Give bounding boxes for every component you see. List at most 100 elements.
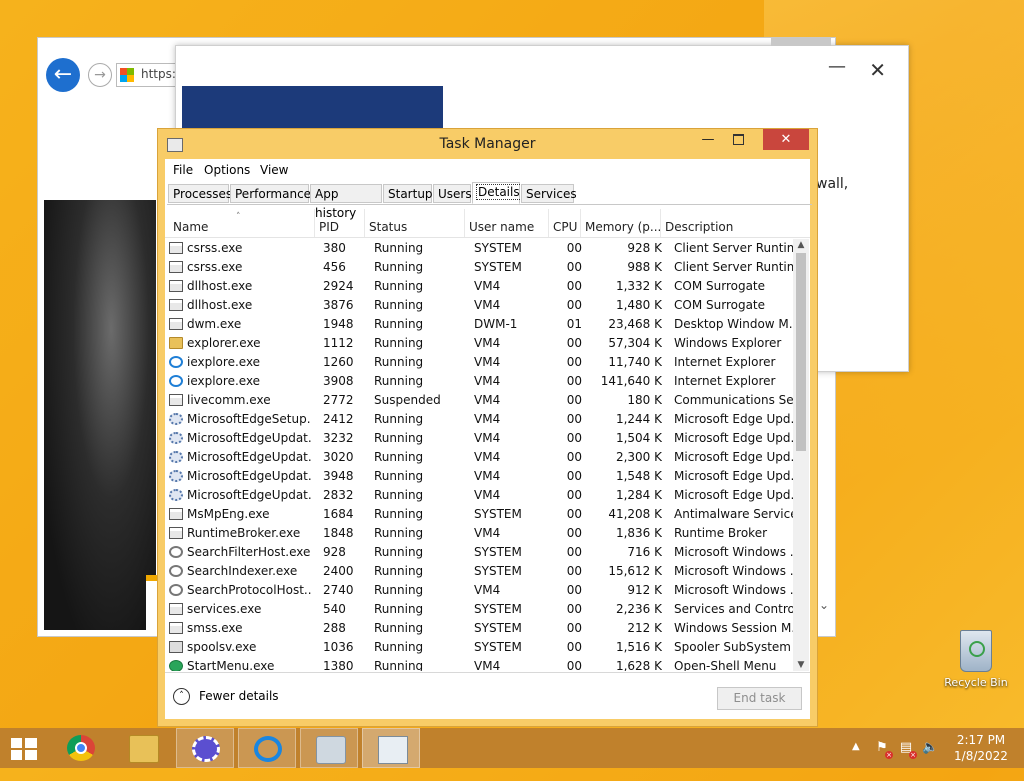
show-hidden-icons-chevron-icon[interactable]: ▲	[852, 741, 860, 781]
taskbar-task-manager[interactable]	[362, 728, 420, 768]
chevron-up-circle-icon[interactable]: ˄	[173, 688, 190, 705]
start-button[interactable]	[0, 728, 50, 768]
tab-processes[interactable]: Processes	[168, 184, 232, 203]
process-memory: 57,304 K	[608, 336, 662, 350]
table-row[interactable]: iexplore.exe 3908 Running VM4 00 141,640 K Int…	[165, 372, 793, 391]
table-row[interactable]: StartMenu.exe 1380 Running VM4 00 1,628 K Open…	[165, 657, 793, 671]
internet-explorer-icon	[254, 736, 282, 762]
maximize-button[interactable]	[724, 129, 752, 150]
minimize-icon[interactable]: —	[828, 56, 846, 77]
tab-details[interactable]: Details	[472, 182, 522, 204]
address-bar[interactable]: https:/	[116, 63, 180, 87]
process-description: Communications Se...	[674, 393, 793, 407]
column-user-name[interactable]: User name	[465, 209, 549, 237]
taskbar-setup[interactable]	[300, 728, 358, 768]
table-row[interactable]: iexplore.exe 1260 Running VM4 00 11,740 K Inte…	[165, 353, 793, 372]
task-manager-titlebar[interactable]: Task Manager — ✕	[158, 129, 817, 159]
page-hero-image	[44, 200, 156, 630]
table-row[interactable]: MicrosoftEdgeSetup.... 2412 Running VM4 00 1,…	[165, 410, 793, 429]
network-icon[interactable]: ▤ ×	[898, 740, 917, 759]
process-status: Running	[374, 659, 424, 671]
process-description: Antimalware Service...	[674, 507, 793, 521]
tab-performance[interactable]: Performance	[230, 184, 311, 203]
scroll-down-chevron-icon[interactable]: ⌄	[819, 598, 829, 612]
volume-muted-icon[interactable]: 🔈	[922, 740, 938, 756]
process-name: RuntimeBroker.exe	[169, 524, 311, 543]
table-row[interactable]: explorer.exe 1112 Running VM4 00 57,304 K Wind…	[165, 334, 793, 353]
action-center-flag-icon[interactable]: ⚑ ×	[874, 740, 893, 759]
process-pid: 3948	[323, 469, 354, 483]
table-row[interactable]: smss.exe 288 Running SYSTEM 00 212 K Windows S…	[165, 619, 793, 638]
minimize-button[interactable]: —	[694, 129, 722, 150]
column-cpu[interactable]: CPU	[549, 209, 581, 237]
process-description: COM Surrogate	[674, 298, 766, 312]
taskbar-chrome[interactable]	[52, 728, 110, 768]
vertical-scrollbar[interactable]: ▲ ▼	[793, 239, 809, 671]
table-row[interactable]: RuntimeBroker.exe 1848 Running VM4 00 1,836 K…	[165, 524, 793, 543]
table-row[interactable]: MicrosoftEdgeUpdat... 2832 Running VM4 00 1,2…	[165, 486, 793, 505]
table-row[interactable]: SearchFilterHost.exe 928 Running SYSTEM 00 71…	[165, 543, 793, 562]
table-row[interactable]: MicrosoftEdgeUpdat... 3232 Running VM4 00 1,5…	[165, 429, 793, 448]
scrollbar-thumb[interactable]	[796, 253, 806, 451]
scroll-down-icon[interactable]: ▼	[793, 659, 809, 671]
process-memory: 1,332 K	[615, 279, 662, 293]
scroll-up-icon[interactable]: ▲	[793, 239, 809, 251]
table-row[interactable]: csrss.exe 456 Running SYSTEM 00 988 K Client S…	[165, 258, 793, 277]
forward-arrow-icon[interactable]: →	[88, 63, 112, 87]
process-name: MicrosoftEdgeUpdat...	[169, 429, 311, 448]
column-status[interactable]: Status	[365, 209, 465, 237]
table-row[interactable]: SearchIndexer.exe 2400 Running SYSTEM 00 15,6…	[165, 562, 793, 581]
folder-icon	[169, 337, 183, 349]
menu-options[interactable]: Options	[204, 163, 250, 177]
table-row[interactable]: MicrosoftEdgeUpdat... 3948 Running VM4 00 1,5…	[165, 467, 793, 486]
table-row[interactable]: SearchProtocolHost.... 2740 Running VM4 00 91…	[165, 581, 793, 600]
process-user: VM4	[474, 659, 501, 671]
tab-app-history[interactable]: App history	[310, 184, 382, 220]
task-manager-window[interactable]: Task Manager — ✕ File Options View Proce…	[157, 128, 818, 727]
table-row[interactable]: MicrosoftEdgeUpdat... 3020 Running VM4 00 2,3…	[165, 448, 793, 467]
fewer-details-link[interactable]: Fewer details	[199, 689, 279, 703]
table-row[interactable]: dllhost.exe 2924 Running VM4 00 1,332 K COM Su…	[165, 277, 793, 296]
column-name[interactable]: Name	[169, 209, 315, 237]
tab-services[interactable]: Services	[521, 184, 577, 203]
back-arrow-icon[interactable]: ←	[46, 58, 80, 92]
process-cpu: 00	[566, 602, 582, 616]
table-row[interactable]: MsMpEng.exe 1684 Running SYSTEM 00 41,208 K An…	[165, 505, 793, 524]
taskbar-settings[interactable]	[176, 728, 234, 768]
system-clock[interactable]: 2:17 PM 1/8/2022	[948, 732, 1014, 764]
process-name-text: iexplore.exe	[187, 355, 261, 369]
table-row[interactable]: spoolsv.exe 1036 Running SYSTEM 00 1,516 K Spo…	[165, 638, 793, 657]
column-pid[interactable]: PID	[315, 209, 365, 237]
menu-bar: File Options View	[165, 159, 810, 181]
process-memory: 912 K	[627, 583, 662, 597]
recycle-bin-shortcut[interactable]: Recycle Bin	[942, 630, 1010, 689]
process-name: dwm.exe	[169, 315, 311, 334]
tab-startup[interactable]: Startup	[383, 184, 433, 203]
process-status: Suspended	[374, 393, 441, 407]
taskbar-file-explorer[interactable]	[114, 728, 172, 768]
table-row[interactable]: dllhost.exe 3876 Running VM4 00 1,480 K COM Su…	[165, 296, 793, 315]
process-description: Desktop Window M...	[674, 317, 793, 331]
process-description: Runtime Broker	[674, 526, 768, 540]
process-status: Running	[374, 355, 424, 369]
process-name-text: dllhost.exe	[187, 279, 253, 293]
menu-view[interactable]: View	[260, 163, 288, 177]
taskbar-internet-explorer[interactable]	[238, 728, 296, 768]
table-row[interactable]: livecomm.exe 2772 Suspended VM4 00 180 K Commu…	[165, 391, 793, 410]
table-row[interactable]: services.exe 540 Running SYSTEM 00 2,236 K Ser…	[165, 600, 793, 619]
column-memory[interactable]: Memory (p...	[581, 209, 661, 237]
task-manager-icon	[378, 736, 408, 764]
menu-file[interactable]: File	[173, 163, 193, 177]
close-icon[interactable]: ✕	[869, 58, 886, 82]
tab-users[interactable]: Users	[433, 184, 472, 203]
close-button[interactable]: ✕	[763, 129, 809, 150]
end-task-button[interactable]: End task	[717, 687, 802, 710]
table-row[interactable]: csrss.exe 380 Running SYSTEM 00 928 K Client S…	[165, 239, 793, 258]
process-status: Running	[374, 412, 424, 426]
process-name-text: services.exe	[187, 602, 262, 616]
table-row[interactable]: dwm.exe 1948 Running DWM-1 01 23,468 K Desktop…	[165, 315, 793, 334]
process-cpu: 00	[566, 260, 582, 274]
column-description[interactable]: Description	[661, 209, 793, 237]
process-cpu: 00	[566, 488, 582, 502]
task-manager-footer: ˄ Fewer details End task	[165, 672, 810, 720]
